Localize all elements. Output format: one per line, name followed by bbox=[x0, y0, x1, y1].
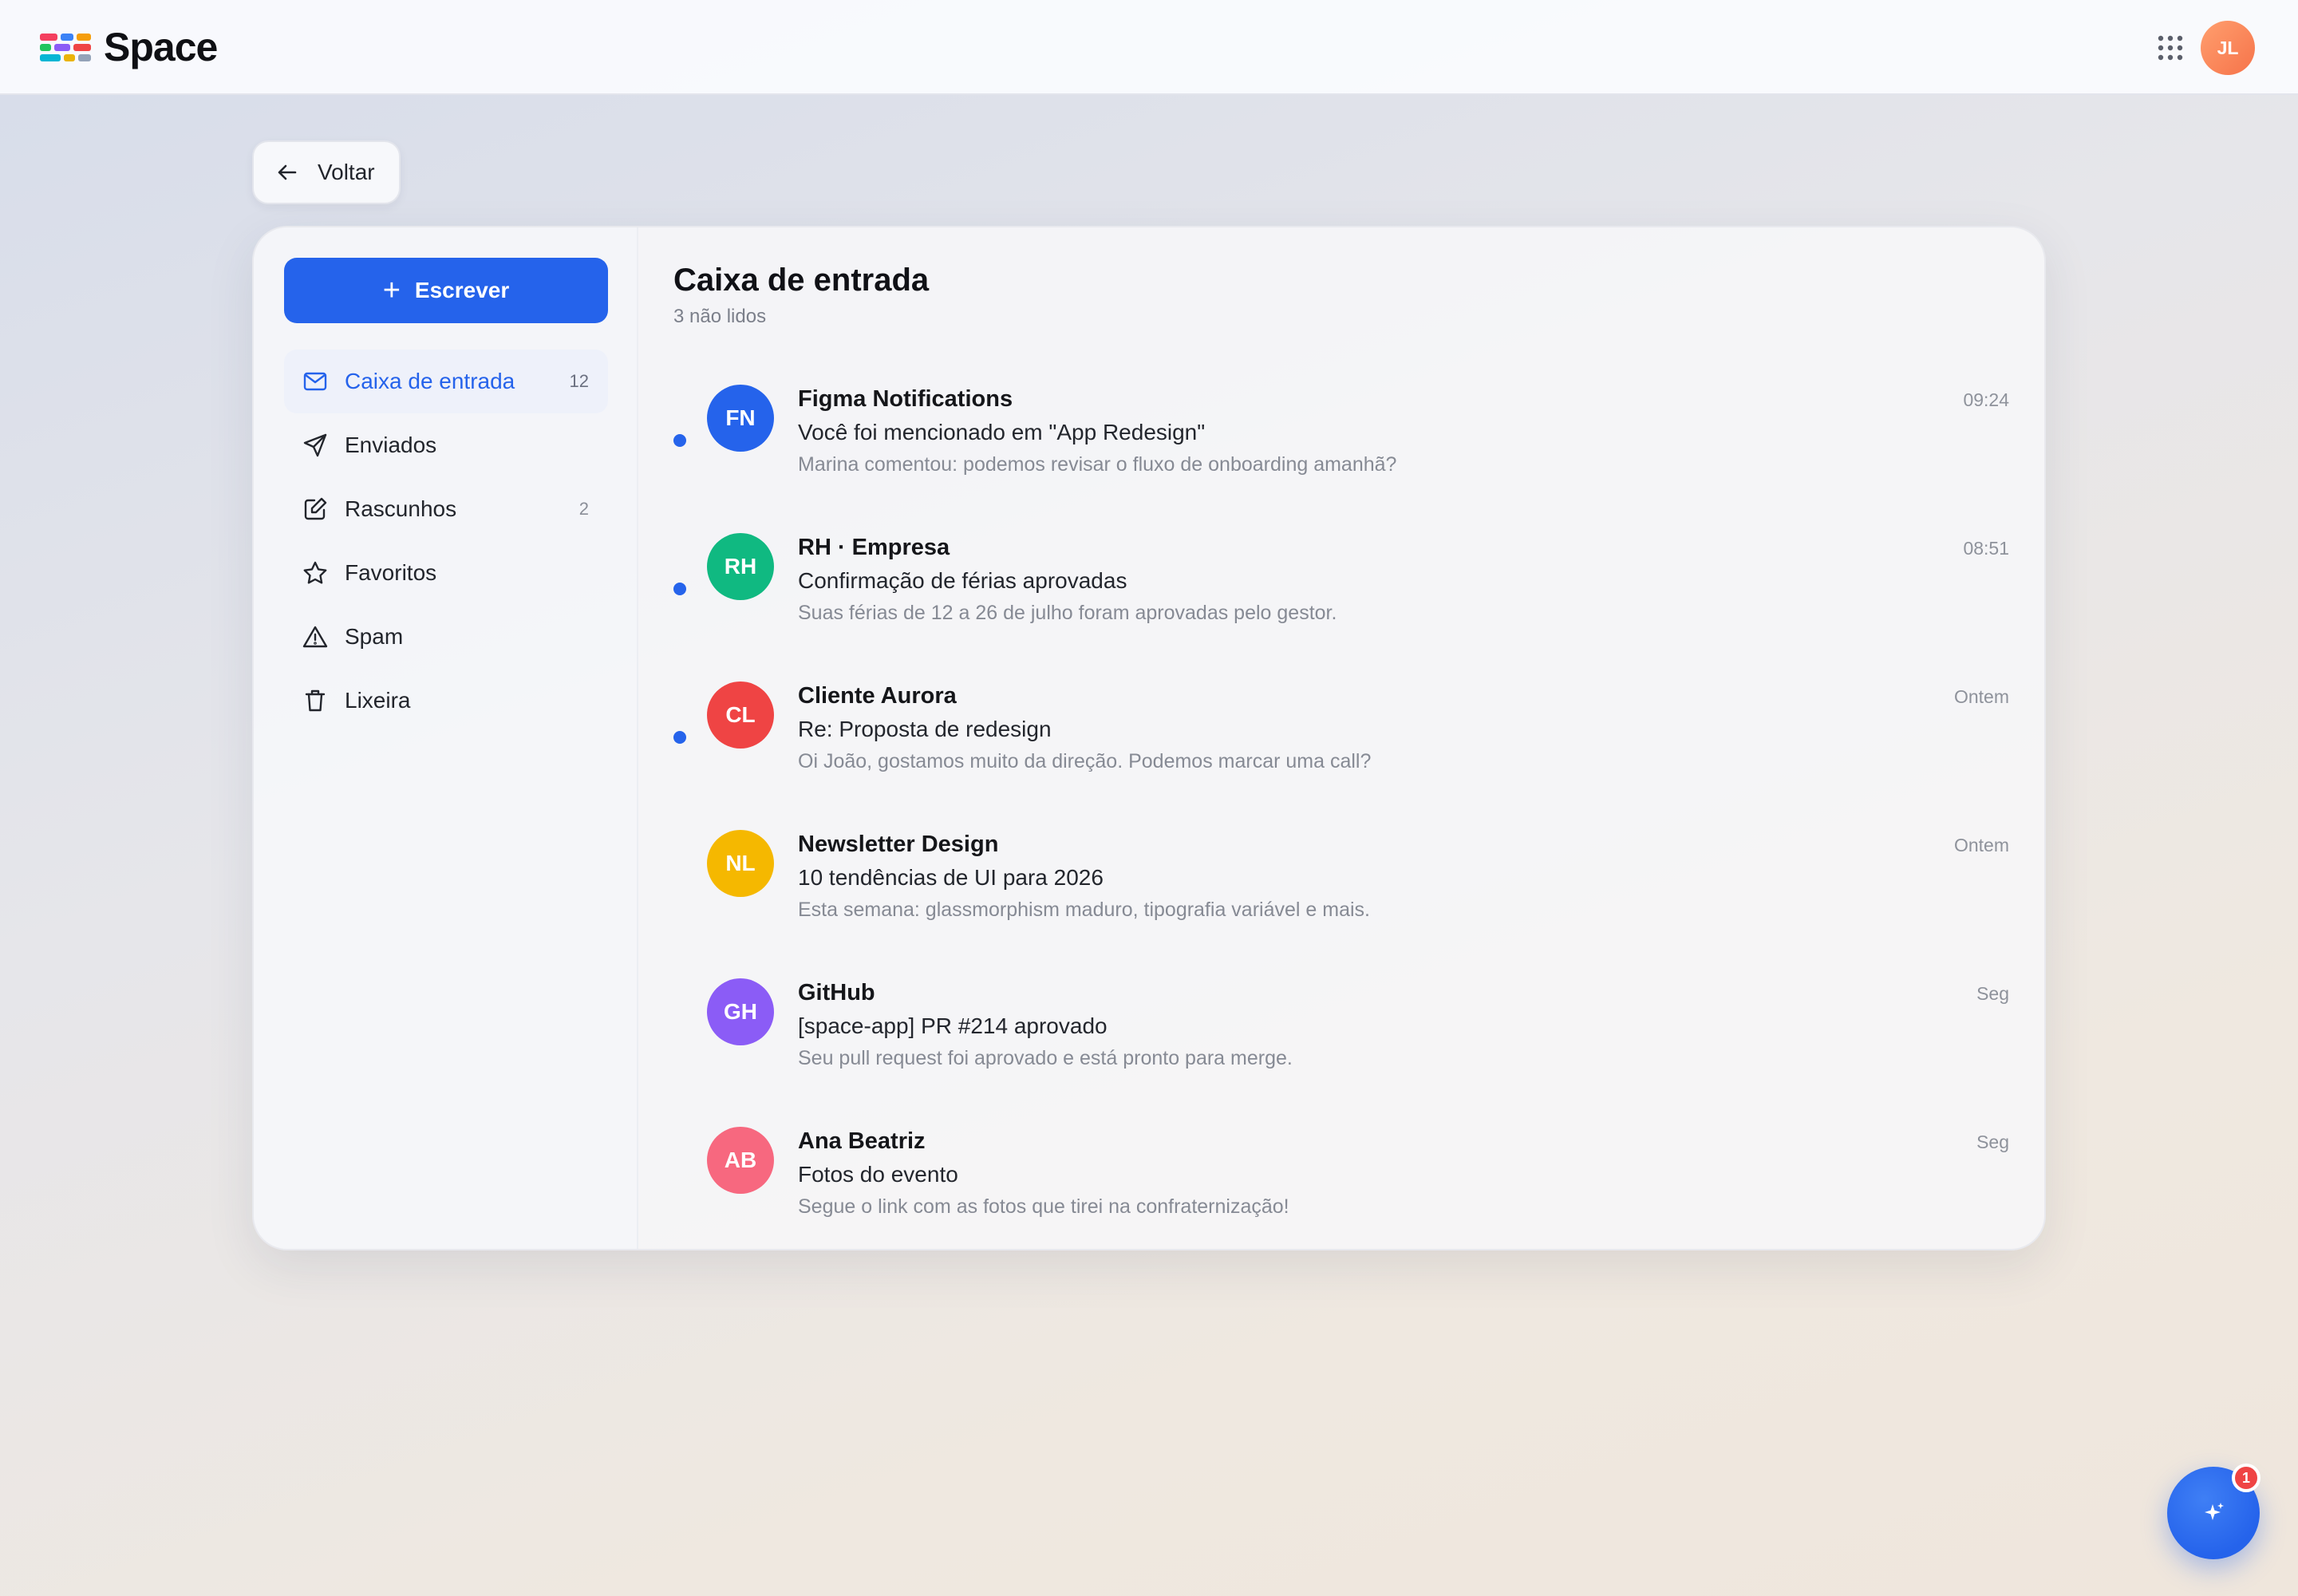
back-button[interactable]: Voltar bbox=[252, 140, 401, 204]
message-preview: Esta semana: glassmorphism maduro, tipog… bbox=[798, 899, 1370, 921]
message-subject: [space-app] PR #214 aprovado bbox=[798, 1013, 1108, 1038]
sender-avatar: AB bbox=[707, 1127, 774, 1194]
message-preview: Seu pull request foi aprovado e está pro… bbox=[798, 1047, 1293, 1069]
page-title: Caixa de entrada bbox=[673, 263, 930, 298]
mail-card: + Escrever Caixa de entrada 12 Enviados … bbox=[252, 226, 2046, 1250]
message-subject: Você foi mencionado em "App Redesign" bbox=[798, 420, 1206, 444]
unread-dot-icon bbox=[673, 583, 686, 595]
sender-avatar: RH bbox=[707, 533, 774, 600]
sidebar-item-label: Lixeira bbox=[345, 688, 411, 713]
user-avatar[interactable]: JL bbox=[2201, 21, 2255, 75]
compose-button[interactable]: + Escrever bbox=[284, 258, 608, 323]
message-time: Ontem bbox=[1953, 835, 2009, 855]
sender-name: RH · Empresa bbox=[798, 535, 950, 560]
app-name: Space bbox=[104, 25, 218, 69]
top-bar: Space JL bbox=[0, 0, 2298, 95]
sender-name: Ana Beatriz bbox=[798, 1128, 926, 1154]
apps-grid-icon[interactable] bbox=[2156, 34, 2185, 62]
sender-avatar: FN bbox=[707, 385, 774, 452]
star-icon bbox=[303, 561, 327, 584]
message-subject: Confirmação de férias aprovadas bbox=[798, 568, 1127, 593]
sidebar-item-trash[interactable]: Lixeira bbox=[284, 669, 608, 733]
message-preview: Suas férias de 12 a 26 de julho foram ap… bbox=[798, 602, 1337, 624]
sidebar-item-label: Caixa de entrada bbox=[345, 369, 515, 393]
sidebar-item-drafts[interactable]: Rascunhos 2 bbox=[284, 477, 608, 541]
message-time: Seg bbox=[1976, 1132, 2009, 1152]
sender-name: Cliente Aurora bbox=[798, 683, 957, 709]
mail-sidebar: + Escrever Caixa de entrada 12 Enviados … bbox=[254, 227, 638, 1249]
message-row[interactable]: NL Newsletter Design 10 tendências de UI p… bbox=[638, 819, 2044, 967]
message-preview: Segue o link com as fotos que tirei na c… bbox=[798, 1195, 1289, 1218]
trash-icon bbox=[305, 689, 326, 712]
message-row[interactable]: AB Ana Beatriz Fotos do evento Segue o link… bbox=[638, 1116, 2044, 1249]
send-icon bbox=[303, 433, 327, 457]
sender-name: Figma Notifications bbox=[798, 386, 1013, 412]
message-preview: Marina comentou: podemos revisar o fluxo… bbox=[798, 453, 1397, 476]
sidebar-item-label: Enviados bbox=[345, 433, 437, 457]
message-subject: Fotos do evento bbox=[798, 1162, 958, 1187]
alert-icon bbox=[302, 626, 328, 648]
sender-name: GitHub bbox=[798, 980, 875, 1005]
sidebar-item-inbox[interactable]: Caixa de entrada 12 bbox=[284, 350, 608, 413]
message-time: Seg bbox=[1976, 983, 2009, 1004]
arrow-left-icon bbox=[278, 164, 297, 180]
message-time: Ontem bbox=[1953, 686, 2009, 707]
message-preview: Oi João, gostamos muito da direção. Pode… bbox=[798, 750, 1372, 772]
sender-avatar: GH bbox=[707, 978, 774, 1045]
sender-avatar: NL bbox=[707, 830, 774, 897]
notification-badge: 1 bbox=[2232, 1464, 2260, 1492]
plus-icon: + bbox=[382, 274, 401, 307]
mail-icon bbox=[303, 372, 327, 391]
message-row[interactable]: GH GitHub [space-app] PR #214 aprovado Seu … bbox=[638, 967, 2044, 1116]
sender-name: Newsletter Design bbox=[798, 832, 999, 857]
message-row[interactable]: CL Cliente Aurora Re: Proposta de redesign… bbox=[638, 670, 2044, 819]
message-time: 08:51 bbox=[1963, 538, 2009, 559]
message-time: 09:24 bbox=[1963, 389, 2009, 410]
message-list-panel: Caixa de entrada 3 não lidos FN Figma Not… bbox=[638, 227, 2044, 1249]
unread-count: 3 não lidos bbox=[673, 306, 767, 327]
sidebar-item-favorites[interactable]: Favoritos bbox=[284, 541, 608, 605]
logo-mark-icon bbox=[40, 31, 93, 63]
sidebar-item-label: Favoritos bbox=[345, 560, 437, 585]
unread-dot-icon bbox=[673, 731, 686, 744]
sidebar-item-spam[interactable]: Spam bbox=[284, 605, 608, 669]
unread-dot-icon bbox=[673, 434, 686, 447]
sparkle-icon bbox=[2205, 1503, 2224, 1520]
edit-icon bbox=[304, 497, 327, 520]
sidebar-item-count: 2 bbox=[578, 499, 589, 519]
sidebar-item-label: Rascunhos bbox=[345, 496, 457, 521]
sidebar-item-label: Spam bbox=[345, 624, 404, 649]
sidebar-item-sent[interactable]: Enviados bbox=[284, 413, 608, 477]
sidebar-item-count: 12 bbox=[569, 371, 589, 391]
compose-button-label: Escrever bbox=[414, 278, 510, 302]
message-subject: Re: Proposta de redesign bbox=[798, 717, 1052, 741]
back-button-label: Voltar bbox=[318, 160, 375, 184]
message-row[interactable]: FN Figma Notifications Você foi mencionado… bbox=[638, 373, 2044, 522]
message-subject: 10 tendências de UI para 2026 bbox=[798, 865, 1104, 890]
message-row[interactable]: RH RH · Empresa Confirmação de férias apro… bbox=[638, 522, 2044, 670]
app-logo[interactable]: Space bbox=[40, 25, 218, 69]
sender-avatar: CL bbox=[707, 681, 774, 749]
